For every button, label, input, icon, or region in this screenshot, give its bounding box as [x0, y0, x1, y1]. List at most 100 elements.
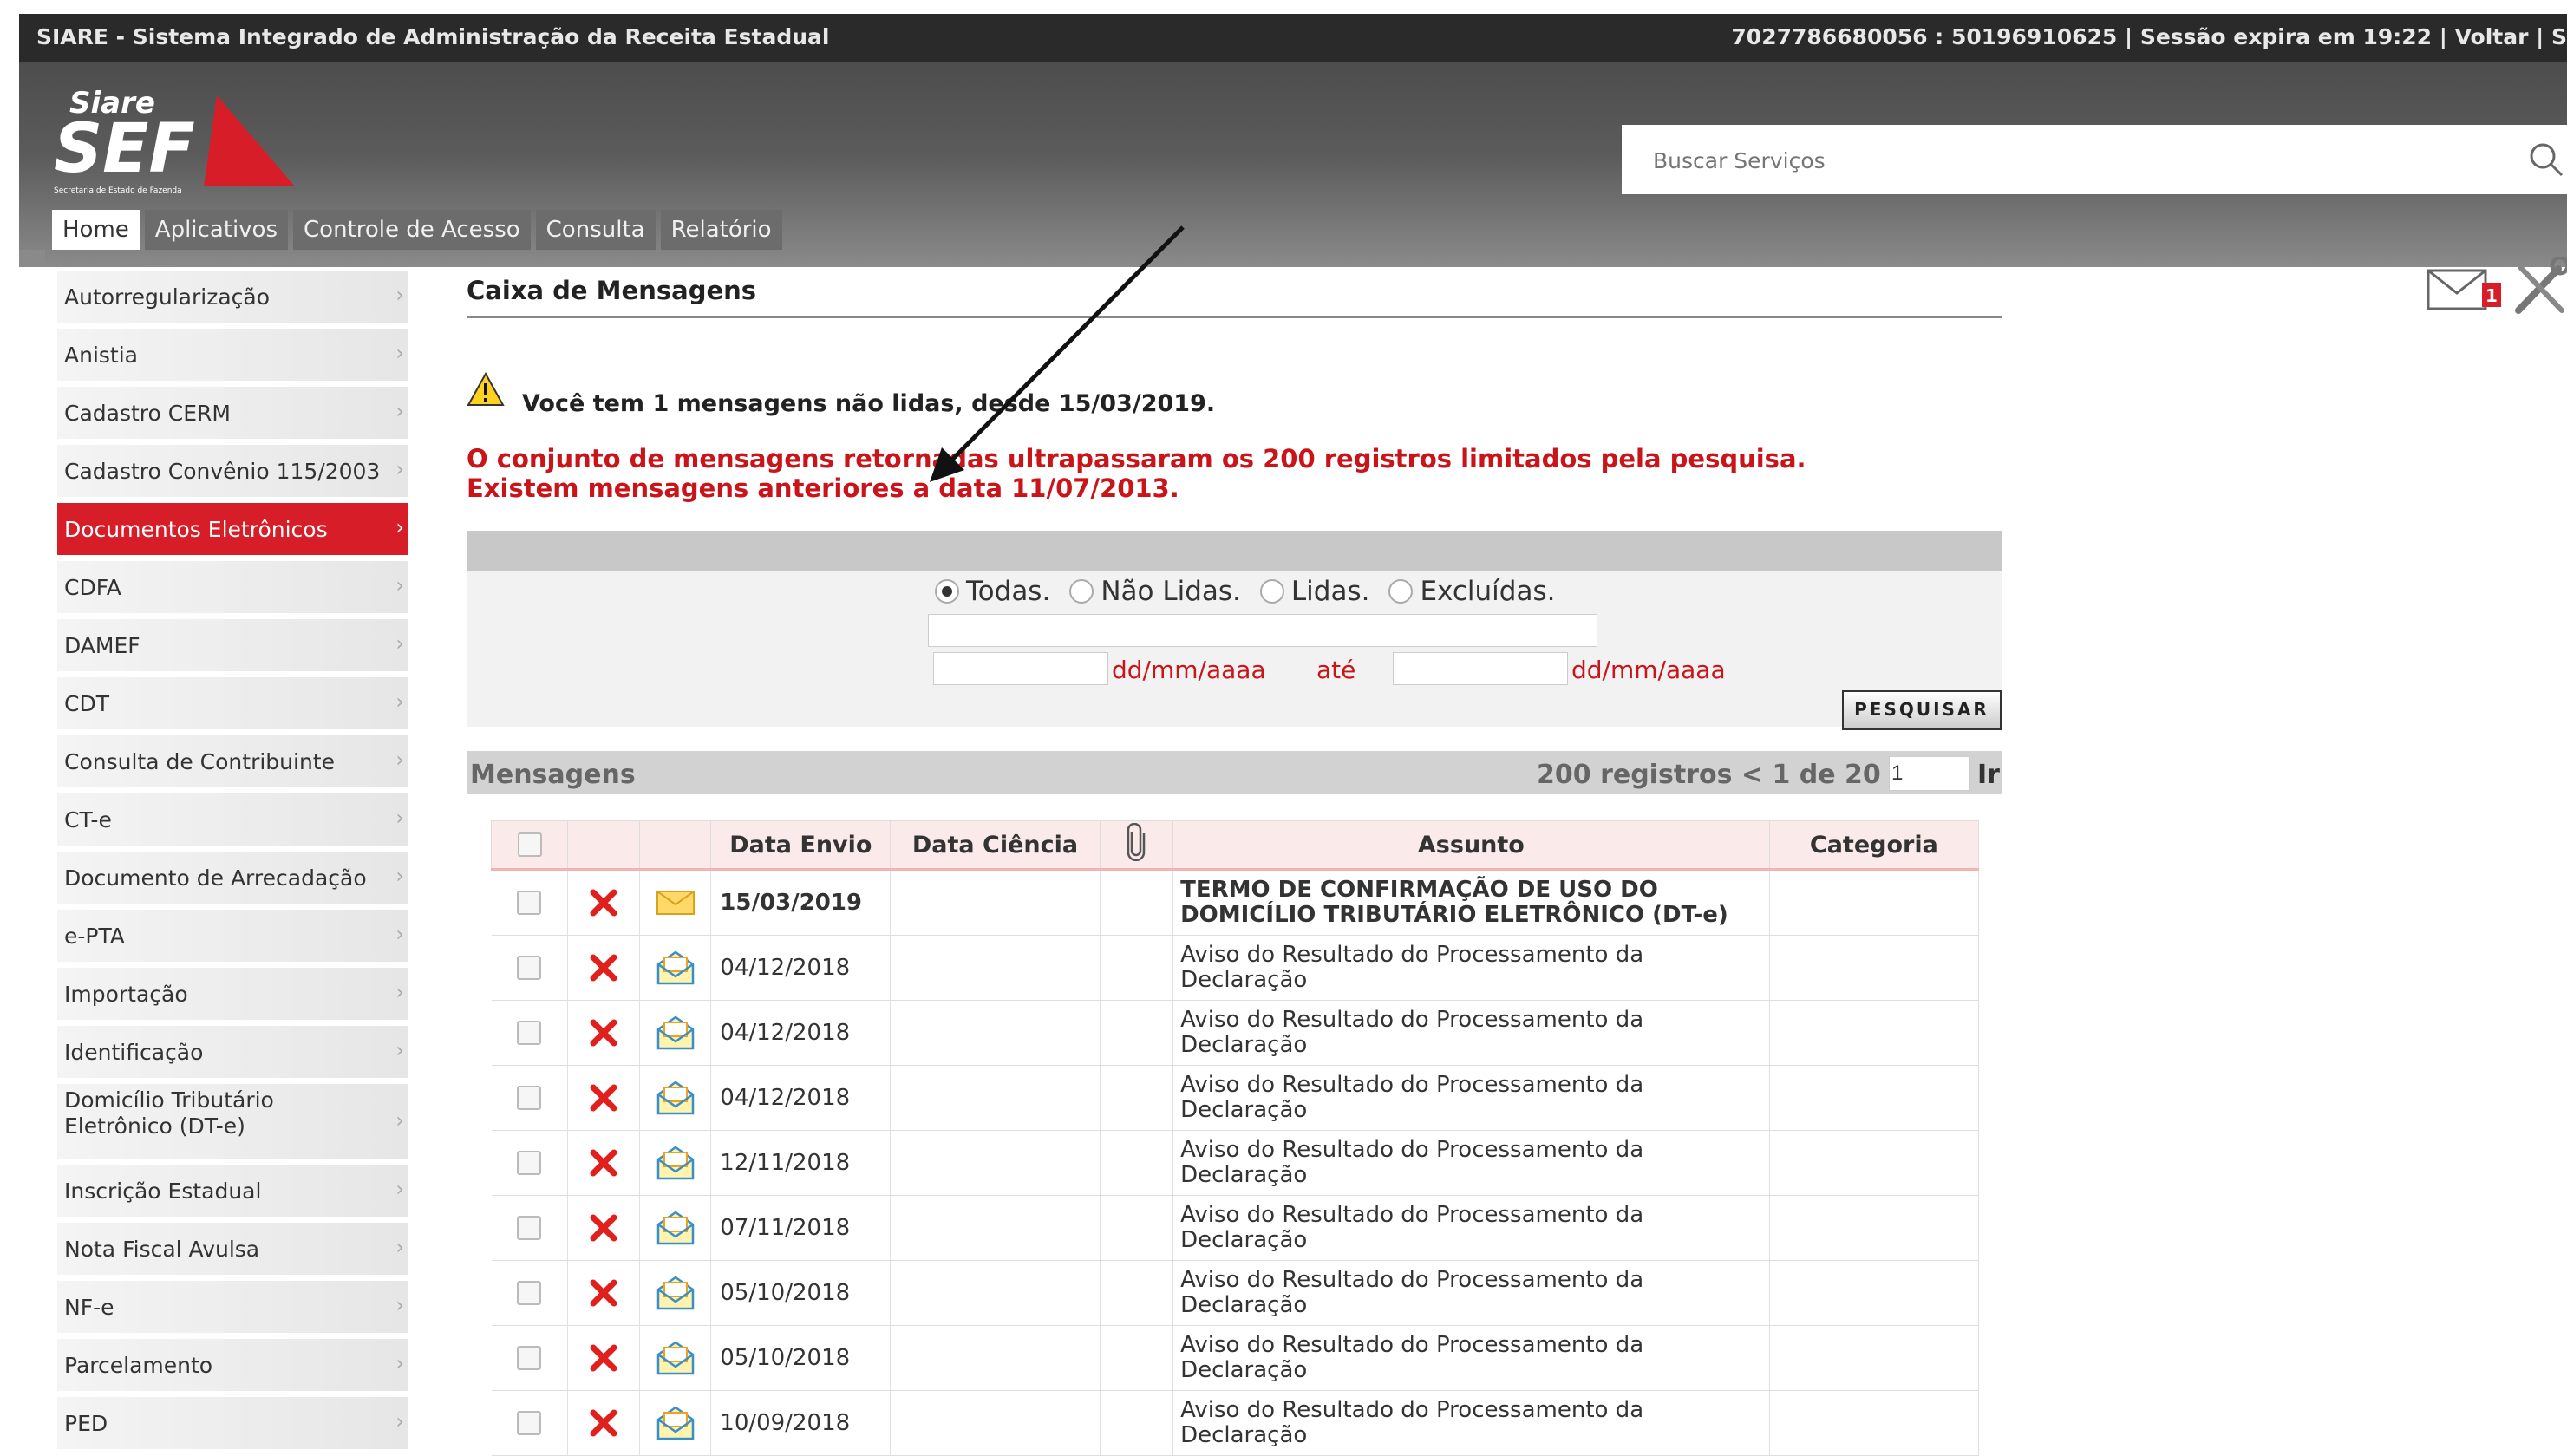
row-checkbox[interactable] [517, 1346, 542, 1370]
delete-icon[interactable] [588, 1017, 619, 1048]
radio-todas[interactable]: Todas. [935, 576, 1050, 607]
radio-excluidas[interactable]: Excluídas. [1388, 576, 1555, 607]
tab-controle-de-acesso[interactable]: Controle de Acesso [293, 210, 531, 250]
sidebar-item-cadastro-convenio[interactable]: Cadastro Convênio 115/2003 › [57, 445, 408, 497]
tools-icon[interactable] [2511, 257, 2567, 316]
row-checkbox[interactable] [517, 891, 542, 915]
row-checkbox[interactable] [517, 1411, 542, 1435]
envelope-open-icon[interactable] [656, 1406, 696, 1440]
table-row[interactable]: 05/10/2018 Aviso do Resultado do Processa… [491, 1260, 1980, 1326]
radio-dot[interactable] [1069, 579, 1094, 604]
row-subject[interactable]: Aviso do Resultado do Processamento da D… [1172, 1325, 1770, 1391]
sidebar-item-nf-e[interactable]: NF-e › [57, 1281, 408, 1333]
tab-consulta[interactable]: Consulta [535, 210, 656, 250]
col-data-ciencia[interactable]: Data Ciência [890, 820, 1101, 871]
row-checkbox[interactable] [517, 1151, 542, 1175]
system-title: SIARE - Sistema Integrado de Administraç… [36, 24, 830, 49]
delete-icon[interactable] [588, 1407, 619, 1439]
page-number-input[interactable] [1889, 756, 1970, 791]
pagination[interactable]: 200 registros < 1 de 20 > [1537, 760, 1911, 790]
search-button[interactable]: PESQUISAR [1842, 690, 2002, 730]
sidebar-item-dt-e[interactable]: Domicílio Tributário Eletrônico (DT-e) › [57, 1084, 408, 1159]
sidebar-item-cdfa[interactable]: CDFA › [57, 561, 408, 613]
sidebar-item-identificacao[interactable]: Identificação › [57, 1026, 408, 1078]
sidebar-item-inscricao-estadual[interactable]: Inscrição Estadual › [57, 1165, 408, 1217]
envelope-open-icon[interactable] [656, 1211, 696, 1245]
table-row[interactable]: 15/03/2019 TERMO DE CONFIRMAÇÃO DE USO DO… [491, 869, 1980, 936]
row-checkbox[interactable] [517, 956, 542, 980]
row-checkbox[interactable] [517, 1281, 542, 1305]
delete-icon[interactable] [588, 1212, 619, 1244]
go-button[interactable]: Ir [1977, 760, 2000, 790]
radio-dot[interactable] [1388, 579, 1414, 604]
sidebar-item-autorregularizacao[interactable]: Autorregularização › [57, 271, 408, 323]
row-subject[interactable]: Aviso do Resultado do Processamento da D… [1172, 1260, 1770, 1326]
row-subject[interactable]: Aviso do Resultado do Processamento da D… [1172, 935, 1770, 1001]
row-category [1769, 1260, 1980, 1326]
col-categoria[interactable]: Categoria [1768, 820, 1980, 871]
radio-label: Lidas. [1290, 576, 1370, 607]
row-subject[interactable]: Aviso do Resultado do Processamento da D… [1172, 1130, 1770, 1196]
row-subject[interactable]: Aviso do Resultado do Processamento da D… [1172, 1000, 1770, 1066]
table-row[interactable]: 12/11/2018 Aviso do Resultado do Processa… [491, 1130, 1980, 1196]
radio-dot[interactable] [1259, 579, 1284, 604]
table-row[interactable]: 05/10/2018 Aviso do Resultado do Processa… [491, 1325, 1980, 1391]
delete-icon[interactable] [588, 1082, 619, 1113]
sidebar-item-ct-e[interactable]: CT-e › [57, 793, 408, 846]
date-from-input[interactable] [933, 652, 1108, 685]
radio-nao-lidas[interactable]: Não Lidas. [1069, 576, 1241, 607]
sidebar-item-parcelamento[interactable]: Parcelamento › [57, 1339, 408, 1391]
sidebar-item-importacao[interactable]: Importação › [57, 968, 408, 1020]
row-subject[interactable]: TERMO DE CONFIRMAÇÃO DE USO DO DOMICÍLIO… [1172, 869, 1770, 936]
sidebar-item-nota-fiscal-avulsa[interactable]: Nota Fiscal Avulsa › [57, 1223, 408, 1275]
col-data-envio[interactable]: Data Envio [710, 820, 892, 871]
envelope-open-icon[interactable] [656, 950, 696, 985]
select-all-checkbox[interactable] [517, 832, 542, 857]
delete-icon[interactable] [588, 887, 619, 918]
session-info[interactable]: 7027786680056 : 50196910625 | Sessão exp… [1731, 24, 2567, 49]
search-input[interactable] [1651, 142, 2505, 179]
delete-icon[interactable] [588, 1147, 619, 1179]
tab-home[interactable]: Home [52, 210, 140, 250]
table-row[interactable]: 04/12/2018 Aviso do Resultado do Processa… [491, 1065, 1980, 1131]
tab-aplicativos[interactable]: Aplicativos [144, 210, 289, 250]
sidebar-item-documentos-eletronicos[interactable]: Documentos Eletrônicos › [57, 503, 408, 555]
text-filter-input[interactable] [928, 614, 1597, 647]
row-checkbox[interactable] [517, 1216, 542, 1240]
envelope-open-icon[interactable] [656, 1341, 696, 1375]
delete-icon[interactable] [588, 1277, 619, 1309]
envelope-open-icon[interactable] [656, 1015, 696, 1050]
sidebar-item-cadastro-cerm[interactable]: Cadastro CERM › [57, 387, 408, 439]
envelope-open-icon[interactable] [656, 1276, 696, 1310]
sef-logo[interactable]: Siare SEF Secretaria de Estado de Fazend… [52, 78, 304, 199]
tab-relatorio[interactable]: Relatório [660, 210, 782, 250]
row-subject[interactable]: Aviso do Resultado do Processamento da D… [1172, 1195, 1770, 1261]
col-assunto[interactable]: Assunto [1172, 820, 1770, 871]
sidebar-item-consulta-contribuinte[interactable]: Consulta de Contribuinte › [57, 735, 408, 787]
sidebar-item-cdt[interactable]: CDT › [57, 677, 408, 729]
row-checkbox[interactable] [517, 1021, 542, 1045]
sidebar-item-documento-arrecadacao[interactable]: Documento de Arrecadação › [57, 852, 408, 904]
envelope-icon[interactable] [656, 890, 695, 916]
radio-lidas[interactable]: Lidas. [1259, 576, 1370, 607]
date-to-input[interactable] [1393, 652, 1568, 685]
search-icon[interactable] [2527, 140, 2565, 179]
table-row[interactable]: 10/09/2018 Aviso do Resultado do Processa… [491, 1390, 1980, 1456]
sidebar-item-anistia[interactable]: Anistia › [57, 329, 408, 381]
envelope-open-icon[interactable] [656, 1081, 696, 1115]
sidebar-item-ped[interactable]: PED › [57, 1397, 408, 1449]
table-row[interactable]: 04/12/2018 Aviso do Resultado do Processa… [491, 935, 1980, 1001]
mail-icon[interactable]: 1 [2427, 264, 2503, 314]
sidebar-item-e-pta[interactable]: e-PTA › [57, 910, 408, 962]
radio-dot[interactable] [935, 579, 959, 604]
table-row[interactable]: 07/11/2018 Aviso do Resultado do Processa… [491, 1195, 1980, 1261]
chevron-right-icon: › [395, 922, 404, 946]
row-checkbox[interactable] [517, 1086, 542, 1110]
row-subject[interactable]: Aviso do Resultado do Processamento da D… [1172, 1065, 1770, 1131]
delete-icon[interactable] [588, 952, 619, 983]
row-subject[interactable]: Aviso do Resultado do Processamento da D… [1172, 1390, 1770, 1456]
delete-icon[interactable] [588, 1342, 619, 1374]
table-row[interactable]: 04/12/2018 Aviso do Resultado do Processa… [491, 1000, 1980, 1066]
envelope-open-icon[interactable] [656, 1146, 696, 1180]
sidebar-item-damef[interactable]: DAMEF › [57, 619, 408, 671]
